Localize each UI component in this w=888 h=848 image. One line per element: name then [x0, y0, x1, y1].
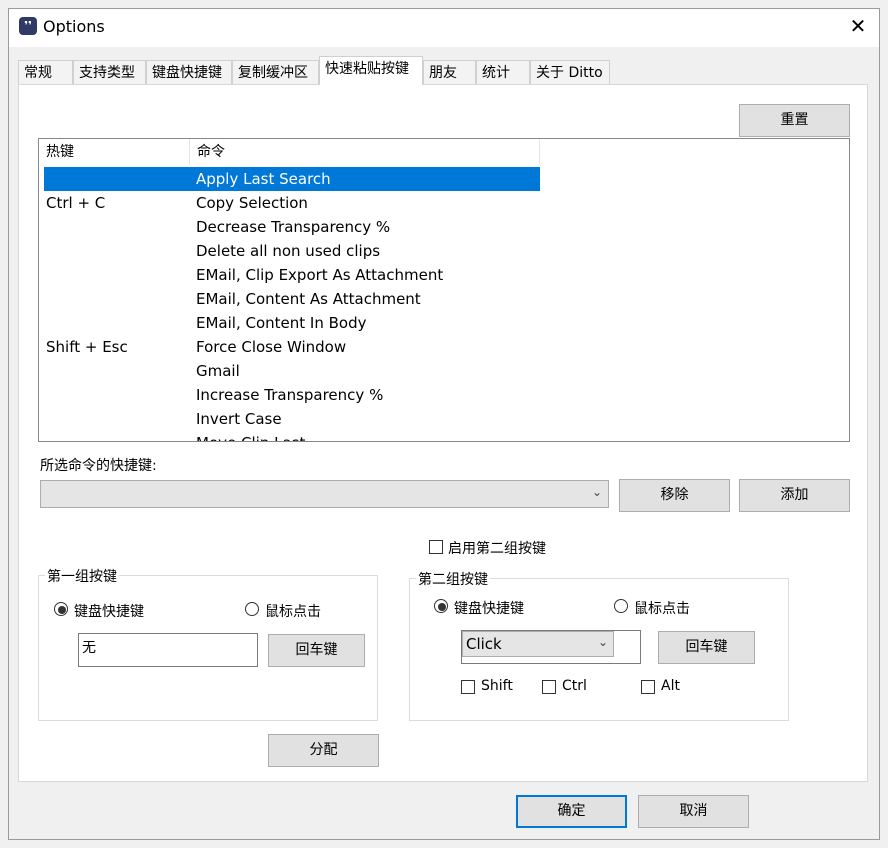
- list-row[interactable]: EMail, Content In Body: [44, 311, 540, 335]
- assign-button[interactable]: 分配: [268, 734, 379, 767]
- list-row[interactable]: EMail, Content As Attachment: [44, 287, 540, 311]
- tab-stats[interactable]: 统计: [476, 60, 530, 84]
- list-row[interactable]: EMail, Clip Export As Attachment: [44, 263, 540, 287]
- group2-keyboard-label: 键盘快捷键: [454, 601, 524, 617]
- ditto-app-icon: ❜❜: [19, 17, 37, 35]
- enable-second-checkbox[interactable]: [429, 540, 443, 554]
- ctrl-label: Ctrl: [562, 678, 587, 694]
- group1-title: 第一组按键: [45, 566, 119, 586]
- list-row[interactable]: Decrease Transparency %: [44, 215, 540, 239]
- group1-mouse-label: 鼠标点击: [265, 604, 321, 620]
- tab-general[interactable]: 常规: [18, 60, 73, 84]
- tab-copy-buffers[interactable]: 复制缓冲区: [232, 60, 319, 84]
- alt-checkbox[interactable]: [641, 680, 655, 694]
- list-row[interactable]: Invert Case: [44, 407, 540, 431]
- shift-checkbox[interactable]: [461, 680, 475, 694]
- tab-quick-paste-keys[interactable]: 快速粘贴按键: [319, 56, 423, 85]
- selected-shortcut-label: 所选命令的快捷键:: [40, 458, 157, 474]
- enable-second-label: 启用第二组按键: [448, 541, 546, 557]
- ok-button[interactable]: 确定: [516, 795, 627, 828]
- title-bar: [9, 9, 879, 47]
- group1-keyboard-radio[interactable]: [54, 602, 68, 616]
- add-button[interactable]: 添加: [739, 479, 850, 512]
- list-row[interactable]: Ctrl + C Copy Selection: [44, 191, 540, 215]
- group2-mouse-combo[interactable]: Click ⌄: [462, 631, 614, 657]
- list-row[interactable]: Increase Transparency %: [44, 383, 540, 407]
- group1-keyboard-label: 键盘快捷键: [74, 604, 144, 620]
- reset-button[interactable]: 重置: [739, 104, 850, 137]
- header-hotkey[interactable]: 热键: [39, 139, 190, 165]
- selected-shortcut-combo[interactable]: ⌄: [40, 480, 609, 508]
- group2-enter-button[interactable]: 回车键: [658, 631, 755, 664]
- list-row[interactable]: Move Clip Last: [44, 431, 540, 441]
- cancel-button[interactable]: 取消: [638, 795, 749, 828]
- tab-friends[interactable]: 朋友: [423, 60, 476, 84]
- group1-enter-button[interactable]: 回车键: [268, 634, 365, 667]
- group1-mouse-radio[interactable]: [245, 602, 259, 616]
- group2-keyboard-radio[interactable]: [434, 599, 448, 613]
- tab-bar: 常规 支持类型 键盘快捷键 复制缓冲区 快速粘贴按键 朋友 统计 关于 Ditt…: [18, 56, 868, 85]
- alt-label: Alt: [661, 678, 680, 694]
- list-row[interactable]: Shift + Esc Force Close Window: [44, 335, 540, 359]
- group2-mouse-label: 鼠标点击: [634, 601, 690, 617]
- chevron-down-icon: ⌄: [591, 485, 602, 499]
- group2-mouse-radio[interactable]: [614, 599, 628, 613]
- group1-key-input[interactable]: 无: [78, 633, 258, 667]
- list-row[interactable]: Delete all non used clips: [44, 239, 540, 263]
- remove-button[interactable]: 移除: [619, 479, 730, 512]
- list-row[interactable]: Gmail: [44, 359, 540, 383]
- group2-title: 第二组按键: [416, 569, 490, 589]
- close-icon[interactable]: ✕: [846, 14, 870, 38]
- header-command[interactable]: 命令: [190, 139, 540, 165]
- tab-supported-types[interactable]: 支持类型: [73, 60, 146, 84]
- ctrl-checkbox[interactable]: [542, 680, 556, 694]
- chevron-down-icon: ⌄: [597, 635, 608, 649]
- tab-keyboard-shortcuts[interactable]: 键盘快捷键: [146, 60, 232, 84]
- window-title: Options: [43, 17, 105, 36]
- list-row[interactable]: Apply Last Search: [44, 167, 540, 191]
- command-list[interactable]: 热键 命令 Apply Last Search Ctrl + C Copy Sel…: [38, 138, 850, 442]
- tab-about[interactable]: 关于 Ditto: [530, 60, 610, 84]
- group2-combo-value: Click: [466, 635, 502, 653]
- shift-label: Shift: [481, 678, 513, 694]
